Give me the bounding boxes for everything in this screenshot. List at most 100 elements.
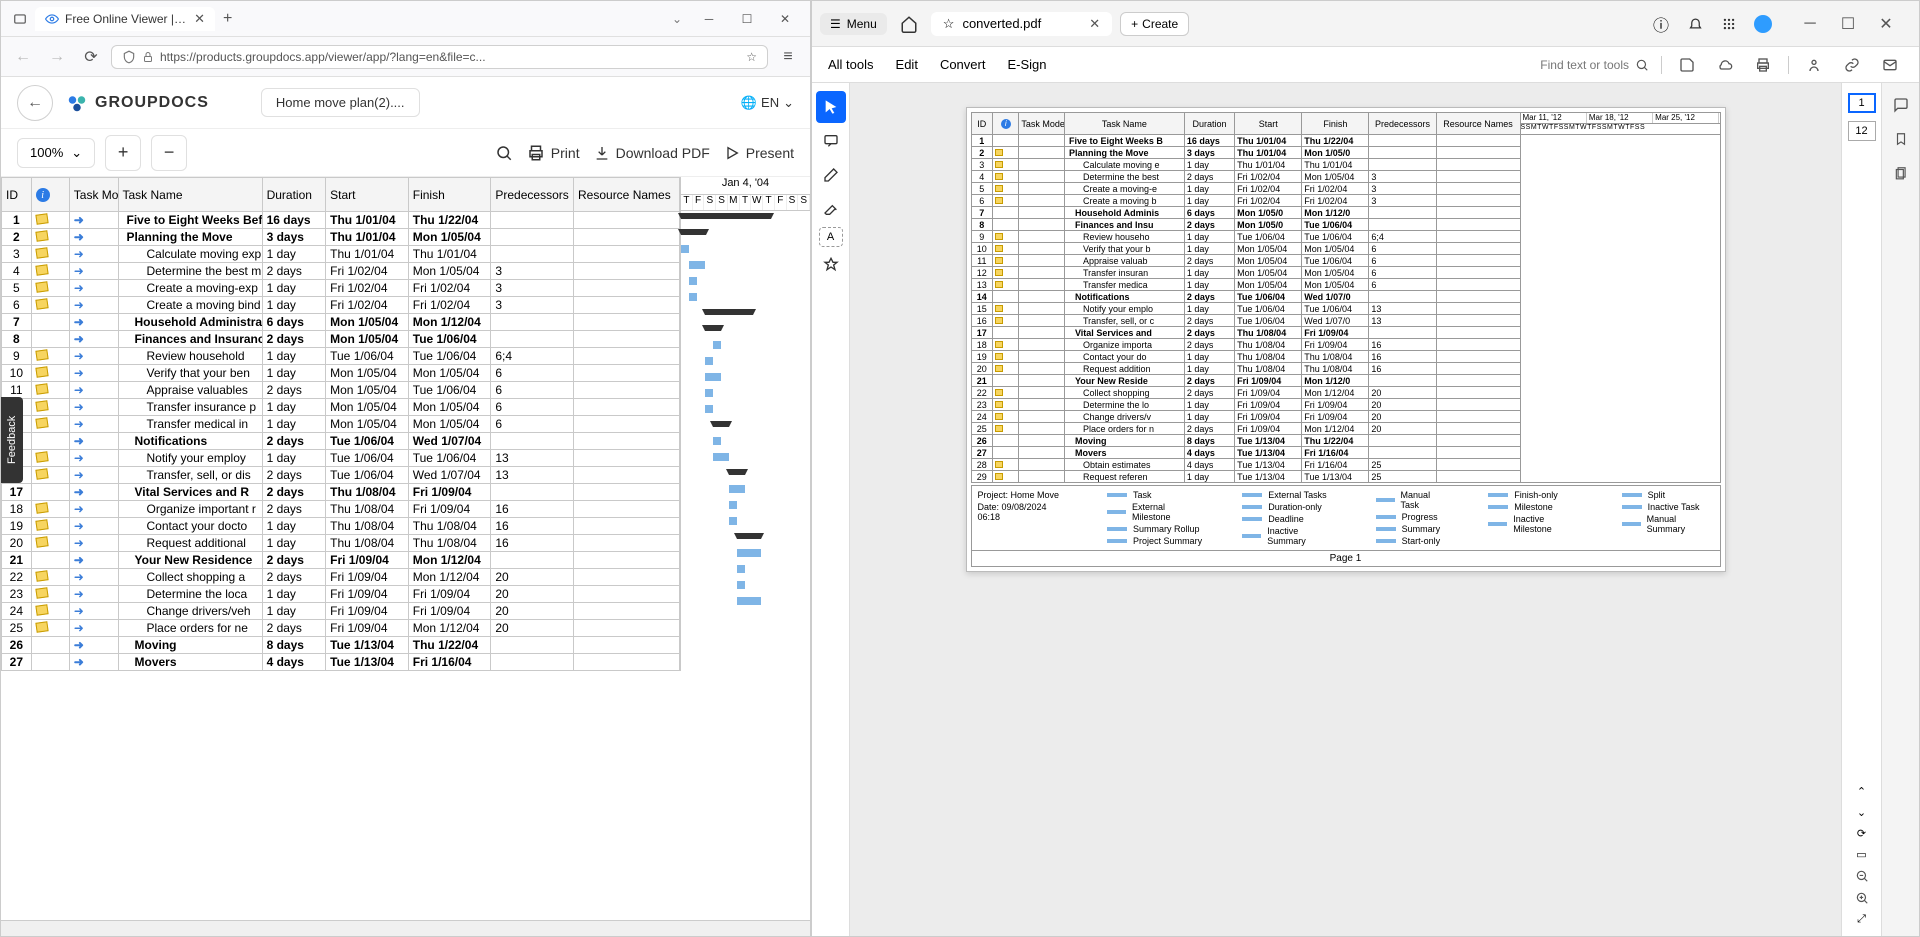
comment-tool[interactable] [816, 125, 846, 157]
chevron-down-icon[interactable]: ⌄ [672, 12, 692, 26]
browser-tab[interactable]: Free Online Viewer | Free Grou... ✕ [35, 7, 215, 31]
bookmark-icon[interactable] [1887, 125, 1915, 153]
table-row[interactable]: 1 ➜ Five to Eight Weeks Before 16 daysTh… [2, 212, 680, 229]
create-button[interactable]: +Create [1120, 12, 1189, 36]
col-start[interactable]: Start [326, 178, 409, 212]
apps-icon[interactable] [1715, 10, 1743, 38]
table-row[interactable]: 24 ➜ Change drivers/veh 1 dayFri 1/09/04… [2, 603, 680, 620]
mail-icon[interactable] [1877, 52, 1903, 78]
search-button[interactable] [495, 144, 513, 162]
zoom-out-icon[interactable] [1855, 869, 1869, 883]
share-icon[interactable] [1801, 52, 1827, 78]
pdf-tab[interactable]: ☆ converted.pdf ✕ [931, 12, 1112, 36]
star-icon[interactable]: ☆ [943, 16, 955, 32]
down-icon[interactable]: ⌄ [1857, 806, 1866, 819]
workspace-icon[interactable] [5, 12, 35, 26]
cloud-icon[interactable] [1712, 52, 1738, 78]
maximize-button[interactable]: ☐ [730, 5, 764, 33]
feedback-tab[interactable]: Feedback [1, 397, 23, 483]
table-row[interactable]: 5 ➜ Create a moving-exp 1 dayFri 1/02/04… [2, 280, 680, 297]
close-button[interactable]: ✕ [1869, 10, 1903, 38]
col-resource-names[interactable]: Resource Names [574, 178, 680, 212]
table-row[interactable]: 15 ➜ Notify your employ 1 dayTue 1/06/04… [2, 450, 680, 467]
bookmark-star-icon[interactable]: ☆ [746, 50, 757, 64]
select-tool[interactable] [816, 91, 846, 123]
zoom-in-button[interactable]: + [105, 135, 141, 171]
tab-edit[interactable]: Edit [896, 57, 918, 72]
table-row[interactable]: 17 ➜ Vital Services and R 2 daysThu 1/08… [2, 484, 680, 501]
horizontal-scrollbar[interactable] [1, 920, 810, 936]
minimize-button[interactable]: ─ [1793, 10, 1827, 38]
url-input[interactable]: https://products.groupdocs.app/viewer/ap… [111, 45, 768, 69]
tab-esign[interactable]: E-Sign [1007, 57, 1046, 72]
bell-icon[interactable] [1681, 10, 1709, 38]
tab-all-tools[interactable]: All tools [828, 57, 874, 72]
present-button[interactable]: Present [724, 145, 794, 161]
new-tab-button[interactable]: + [215, 6, 240, 32]
col-duration[interactable]: Duration [262, 178, 326, 212]
page-thumb-1[interactable]: 1 [1848, 93, 1876, 113]
table-row[interactable]: 11 ➜ Appraise valuables 2 daysMon 1/05/0… [2, 382, 680, 399]
up-icon[interactable]: ⌃ [1857, 785, 1866, 798]
table-row[interactable]: 6 ➜ Create a moving bind 1 dayFri 1/02/0… [2, 297, 680, 314]
col-predecessors[interactable]: Predecessors [491, 178, 574, 212]
eraser-tool[interactable] [816, 193, 846, 225]
col-id[interactable]: ID [2, 178, 32, 212]
menu-button[interactable]: ☰Menu [820, 13, 887, 35]
zoom-in-icon[interactable] [1855, 891, 1869, 905]
chat-icon[interactable] [1887, 91, 1915, 119]
table-row[interactable]: 27 ➜ Movers 4 daysTue 1/13/04Fri 1/16/04 [2, 654, 680, 671]
table-row[interactable]: 9 ➜ Review household 1 dayTue 1/06/04Tue… [2, 348, 680, 365]
tab-convert[interactable]: Convert [940, 57, 986, 72]
rotate-icon[interactable]: ⟳ [1857, 827, 1866, 840]
table-row[interactable]: 25 ➜ Place orders for ne 2 daysFri 1/09/… [2, 620, 680, 637]
link-icon[interactable] [1839, 52, 1865, 78]
download-button[interactable]: Download PDF [594, 145, 710, 161]
page-thumb-2[interactable]: 12 [1848, 121, 1876, 141]
table-row[interactable]: 14 ➜ Notifications 2 daysTue 1/06/04Wed … [2, 433, 680, 450]
table-row[interactable]: 23 ➜ Determine the loca 1 dayFri 1/09/04… [2, 586, 680, 603]
table-row[interactable]: 4 ➜ Determine the best m 2 daysFri 1/02/… [2, 263, 680, 280]
draw-tool[interactable] [816, 159, 846, 191]
back-button[interactable]: ← [9, 43, 37, 71]
table-row[interactable]: 12 ➜ Transfer insurance p 1 dayMon 1/05/… [2, 399, 680, 416]
zoom-out-button[interactable]: − [151, 135, 187, 171]
table-row[interactable]: 16 ➜ Transfer, sell, or dis 2 daysTue 1/… [2, 467, 680, 484]
close-button[interactable]: ✕ [768, 5, 802, 33]
text-tool[interactable]: A [819, 227, 843, 247]
pages-icon[interactable] [1887, 159, 1915, 187]
help-icon[interactable]: ⓘ [1647, 10, 1675, 38]
table-row[interactable]: 21 ➜ Your New Residence 2 daysFri 1/09/0… [2, 552, 680, 569]
avatar[interactable] [1749, 10, 1777, 38]
col-task-name[interactable]: Task Name [118, 178, 262, 212]
forward-button[interactable]: → [43, 43, 71, 71]
table-row[interactable]: 20 ➜ Request additional 1 dayThu 1/08/04… [2, 535, 680, 552]
pdf-page[interactable]: ID i Task Mode Task Name Duration Start … [966, 107, 1726, 572]
tab-close-icon[interactable]: ✕ [1089, 16, 1100, 32]
table-row[interactable]: 19 ➜ Contact your docto 1 dayThu 1/08/04… [2, 518, 680, 535]
print-icon[interactable] [1750, 52, 1776, 78]
table-row[interactable]: 2 ➜ Planning the Move 3 daysThu 1/01/04M… [2, 229, 680, 246]
col-info[interactable]: i [31, 178, 69, 212]
table-row[interactable]: 13 ➜ Transfer medical in 1 dayMon 1/05/0… [2, 416, 680, 433]
save-icon[interactable] [1674, 52, 1700, 78]
table-row[interactable]: 22 ➜ Collect shopping a 2 daysFri 1/09/0… [2, 569, 680, 586]
table-row[interactable]: 10 ➜ Verify that your ben 1 dayMon 1/05/… [2, 365, 680, 382]
app-back-button[interactable]: ← [17, 85, 53, 121]
page-icon[interactable]: ▭ [1856, 848, 1866, 861]
table-row[interactable]: 18 ➜ Organize important r 2 daysThu 1/08… [2, 501, 680, 518]
table-row[interactable]: 7 ➜ Household Administration 6 daysMon 1… [2, 314, 680, 331]
maximize-button[interactable]: ☐ [1831, 10, 1865, 38]
hamburger-icon[interactable]: ≡ [774, 43, 802, 71]
print-button[interactable]: Print [527, 144, 580, 162]
col-task-mode[interactable]: Task Mode [69, 178, 118, 212]
table-row[interactable]: 26 ➜ Moving 8 daysTue 1/13/04Thu 1/22/04 [2, 637, 680, 654]
minimize-button[interactable]: ─ [692, 5, 726, 33]
language-selector[interactable]: 🌐 EN ⌄ [741, 95, 794, 111]
home-button[interactable] [895, 10, 923, 38]
reload-button[interactable]: ⟳ [77, 43, 105, 71]
zoom-dropdown[interactable]: 100% ⌄ [17, 138, 95, 168]
col-finish[interactable]: Finish [408, 178, 491, 212]
table-row[interactable]: 3 ➜ Calculate moving exp 1 dayThu 1/01/0… [2, 246, 680, 263]
table-row[interactable]: 8 ➜ Finances and Insurance 2 daysMon 1/0… [2, 331, 680, 348]
